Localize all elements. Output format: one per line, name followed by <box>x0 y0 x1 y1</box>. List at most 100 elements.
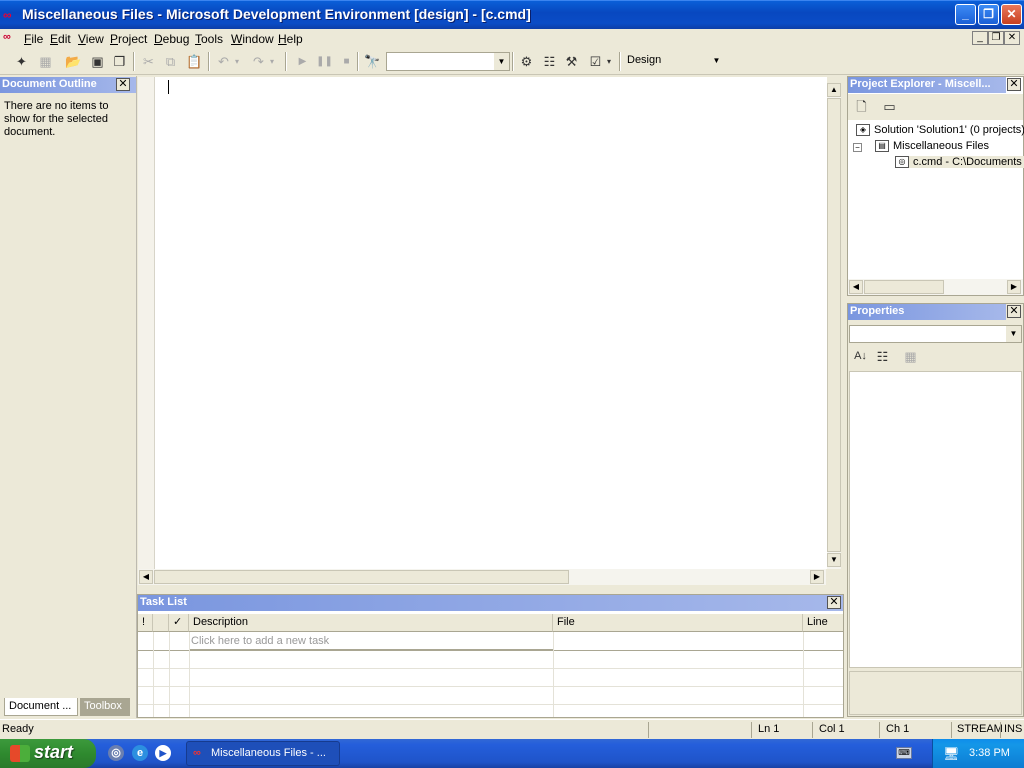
mdi-minimize-button[interactable]: _ <box>972 31 988 45</box>
column-category[interactable] <box>153 614 169 632</box>
task-list-header: Task List <box>138 595 843 611</box>
col-divider <box>553 632 554 717</box>
toolbox-icon[interactable]: ⚒ <box>563 53 580 70</box>
text-cursor <box>168 80 169 94</box>
taskbar-app-button[interactable]: ∞ Miscellaneous Files - ... <box>186 741 340 766</box>
new-file-icon[interactable]: 🗋 <box>853 98 870 115</box>
menu-tools[interactable]: Tools <box>195 32 223 46</box>
row-divider <box>138 650 843 651</box>
network-icon[interactable]: 🖥 <box>943 746 960 762</box>
properties-title: Properties <box>850 305 905 317</box>
code-editor[interactable] <box>155 77 827 569</box>
close-icon[interactable]: ✕ <box>1007 78 1021 91</box>
property-pages-icon[interactable]: ▦ <box>902 348 919 365</box>
open-icon[interactable]: 📂 <box>65 53 82 70</box>
editor-horizontal-scrollbar[interactable]: ◀ ▶ <box>138 569 826 585</box>
menu-window[interactable]: Window <box>231 32 274 46</box>
clock[interactable]: 3:38 PM <box>969 747 1010 759</box>
view-code-icon[interactable]: ▭ <box>881 98 898 115</box>
scroll-thumb[interactable] <box>827 98 841 552</box>
keyboard-icon[interactable]: ⌨ <box>896 747 912 759</box>
add-item-icon[interactable]: ▦ <box>37 53 54 70</box>
tab-document-outline[interactable]: Document ... <box>4 698 78 716</box>
scroll-right-icon[interactable]: ▶ <box>810 570 824 584</box>
internet-explorer-icon[interactable]: e <box>132 745 148 761</box>
column-description[interactable]: Description <box>189 614 553 632</box>
menu-file[interactable]: File <box>24 32 43 46</box>
tree-expander[interactable]: − <box>853 143 862 152</box>
chevron-down-icon[interactable]: ▼ <box>709 52 724 69</box>
standard-toolbar: ✦ ▦ 📂 ▣ ❐ ✂ ⧉ 📋 ↶ ▾ ↷ ▾ ▶ ❚❚ ■ 🔭 ▼ ⚙ ☷ ⚒… <box>0 48 1024 75</box>
project-explorer-hscrollbar[interactable]: ◀ ▶ <box>848 279 1023 295</box>
window-title: Miscellaneous Files - Microsoft Developm… <box>22 6 531 22</box>
tree-file-c-cmd[interactable]: ◎ c.cmd - C:\Documents <box>895 156 1024 169</box>
copy-icon[interactable]: ⧉ <box>162 53 179 70</box>
new-task-row[interactable]: Click here to add a new task <box>189 632 553 650</box>
stop-icon[interactable]: ■ <box>338 53 355 70</box>
config-combo[interactable]: Design ▼ <box>623 52 724 71</box>
new-task-placeholder[interactable]: Click here to add a new task <box>191 635 329 647</box>
save-all-icon[interactable]: ❐ <box>111 53 128 70</box>
find-icon[interactable]: 🔭 <box>364 53 381 70</box>
tree-solution[interactable]: ◈ Solution 'Solution1' (0 projects) <box>856 124 1024 137</box>
editor-vertical-scrollbar[interactable]: ▲ ▼ <box>827 83 841 569</box>
find-combo[interactable]: ▼ <box>386 52 510 71</box>
cut-icon[interactable]: ✂ <box>140 53 157 70</box>
start-debug-icon[interactable]: ▶ <box>294 53 311 70</box>
scroll-left-icon[interactable]: ◀ <box>139 570 153 584</box>
close-icon[interactable]: ✕ <box>116 78 130 91</box>
column-priority[interactable]: ! <box>138 614 153 632</box>
document-outline-title: Document Outline <box>2 78 97 90</box>
redo-dropdown-icon[interactable]: ▾ <box>267 53 277 70</box>
break-icon[interactable]: ❚❚ <box>316 53 333 70</box>
column-line[interactable]: Line <box>803 614 843 632</box>
app-logo-icon: ∞ <box>3 8 12 22</box>
menu-project[interactable]: Project <box>110 32 147 46</box>
mdi-close-button[interactable]: ✕ <box>1004 31 1020 45</box>
col-divider <box>169 632 170 717</box>
column-file[interactable]: File <box>553 614 803 632</box>
menu-edit[interactable]: Edit <box>50 32 71 46</box>
maximize-button[interactable]: ❐ <box>978 4 999 25</box>
menu-help[interactable]: Help <box>278 32 303 46</box>
menu-debug[interactable]: Debug <box>154 32 189 46</box>
minimize-button[interactable]: _ <box>955 4 976 25</box>
redo-icon[interactable]: ↷ <box>250 53 267 70</box>
save-icon[interactable]: ▣ <box>89 53 106 70</box>
close-button[interactable]: ✕ <box>1001 4 1022 25</box>
properties-icon[interactable]: ☷ <box>541 53 558 70</box>
doc-icon[interactable]: ∞ <box>3 31 11 43</box>
close-icon[interactable]: ✕ <box>827 596 841 609</box>
undo-dropdown-icon[interactable]: ▾ <box>232 53 242 70</box>
column-checked[interactable]: ✓ <box>169 614 189 632</box>
paste-icon[interactable]: 📋 <box>186 53 203 70</box>
title-bar[interactable]: ∞ Miscellaneous Files - Microsoft Develo… <box>0 0 1024 29</box>
object-combo[interactable]: ▼ <box>849 325 1022 343</box>
project-explorer-panel: Project Explorer - Miscell... ✕ 🗋 ▭ ◈ Sol… <box>847 76 1024 296</box>
solution-explorer-icon[interactable]: ⚙ <box>518 53 535 70</box>
scroll-right-icon[interactable]: ▶ <box>1007 280 1021 294</box>
scroll-up-icon[interactable]: ▲ <box>827 83 841 97</box>
scroll-thumb[interactable] <box>154 570 569 584</box>
property-grid[interactable] <box>849 371 1022 668</box>
chevron-down-icon[interactable]: ▼ <box>1006 326 1021 342</box>
tab-toolbox[interactable]: Toolbox <box>80 698 130 716</box>
scroll-left-icon[interactable]: ◀ <box>849 280 863 294</box>
mdi-restore-button[interactable]: ❐ <box>988 31 1004 45</box>
sort-alphabetical-icon[interactable]: A↓ <box>852 348 869 365</box>
scroll-thumb[interactable] <box>864 280 944 294</box>
chevron-down-icon[interactable]: ▼ <box>494 53 509 70</box>
close-icon[interactable]: ✕ <box>1007 305 1021 318</box>
row-divider <box>138 686 843 687</box>
task-list-dropdown-icon[interactable]: ▾ <box>604 53 614 70</box>
categorized-icon[interactable]: ☷ <box>874 348 891 365</box>
properties-panel: Properties ✕ ▼ A↓ ☷ ▦ <box>847 303 1024 717</box>
show-desktop-icon[interactable]: ◎ <box>108 745 124 761</box>
undo-icon[interactable]: ↶ <box>215 53 232 70</box>
new-project-icon[interactable]: ✦ <box>13 53 30 70</box>
task-list-icon[interactable]: ☑ <box>587 53 604 70</box>
tree-misc-files[interactable]: ▤ Miscellaneous Files <box>875 140 989 153</box>
scroll-down-icon[interactable]: ▼ <box>827 553 841 567</box>
media-player-icon[interactable]: ▶ <box>155 745 171 761</box>
menu-view[interactable]: View <box>78 32 104 46</box>
